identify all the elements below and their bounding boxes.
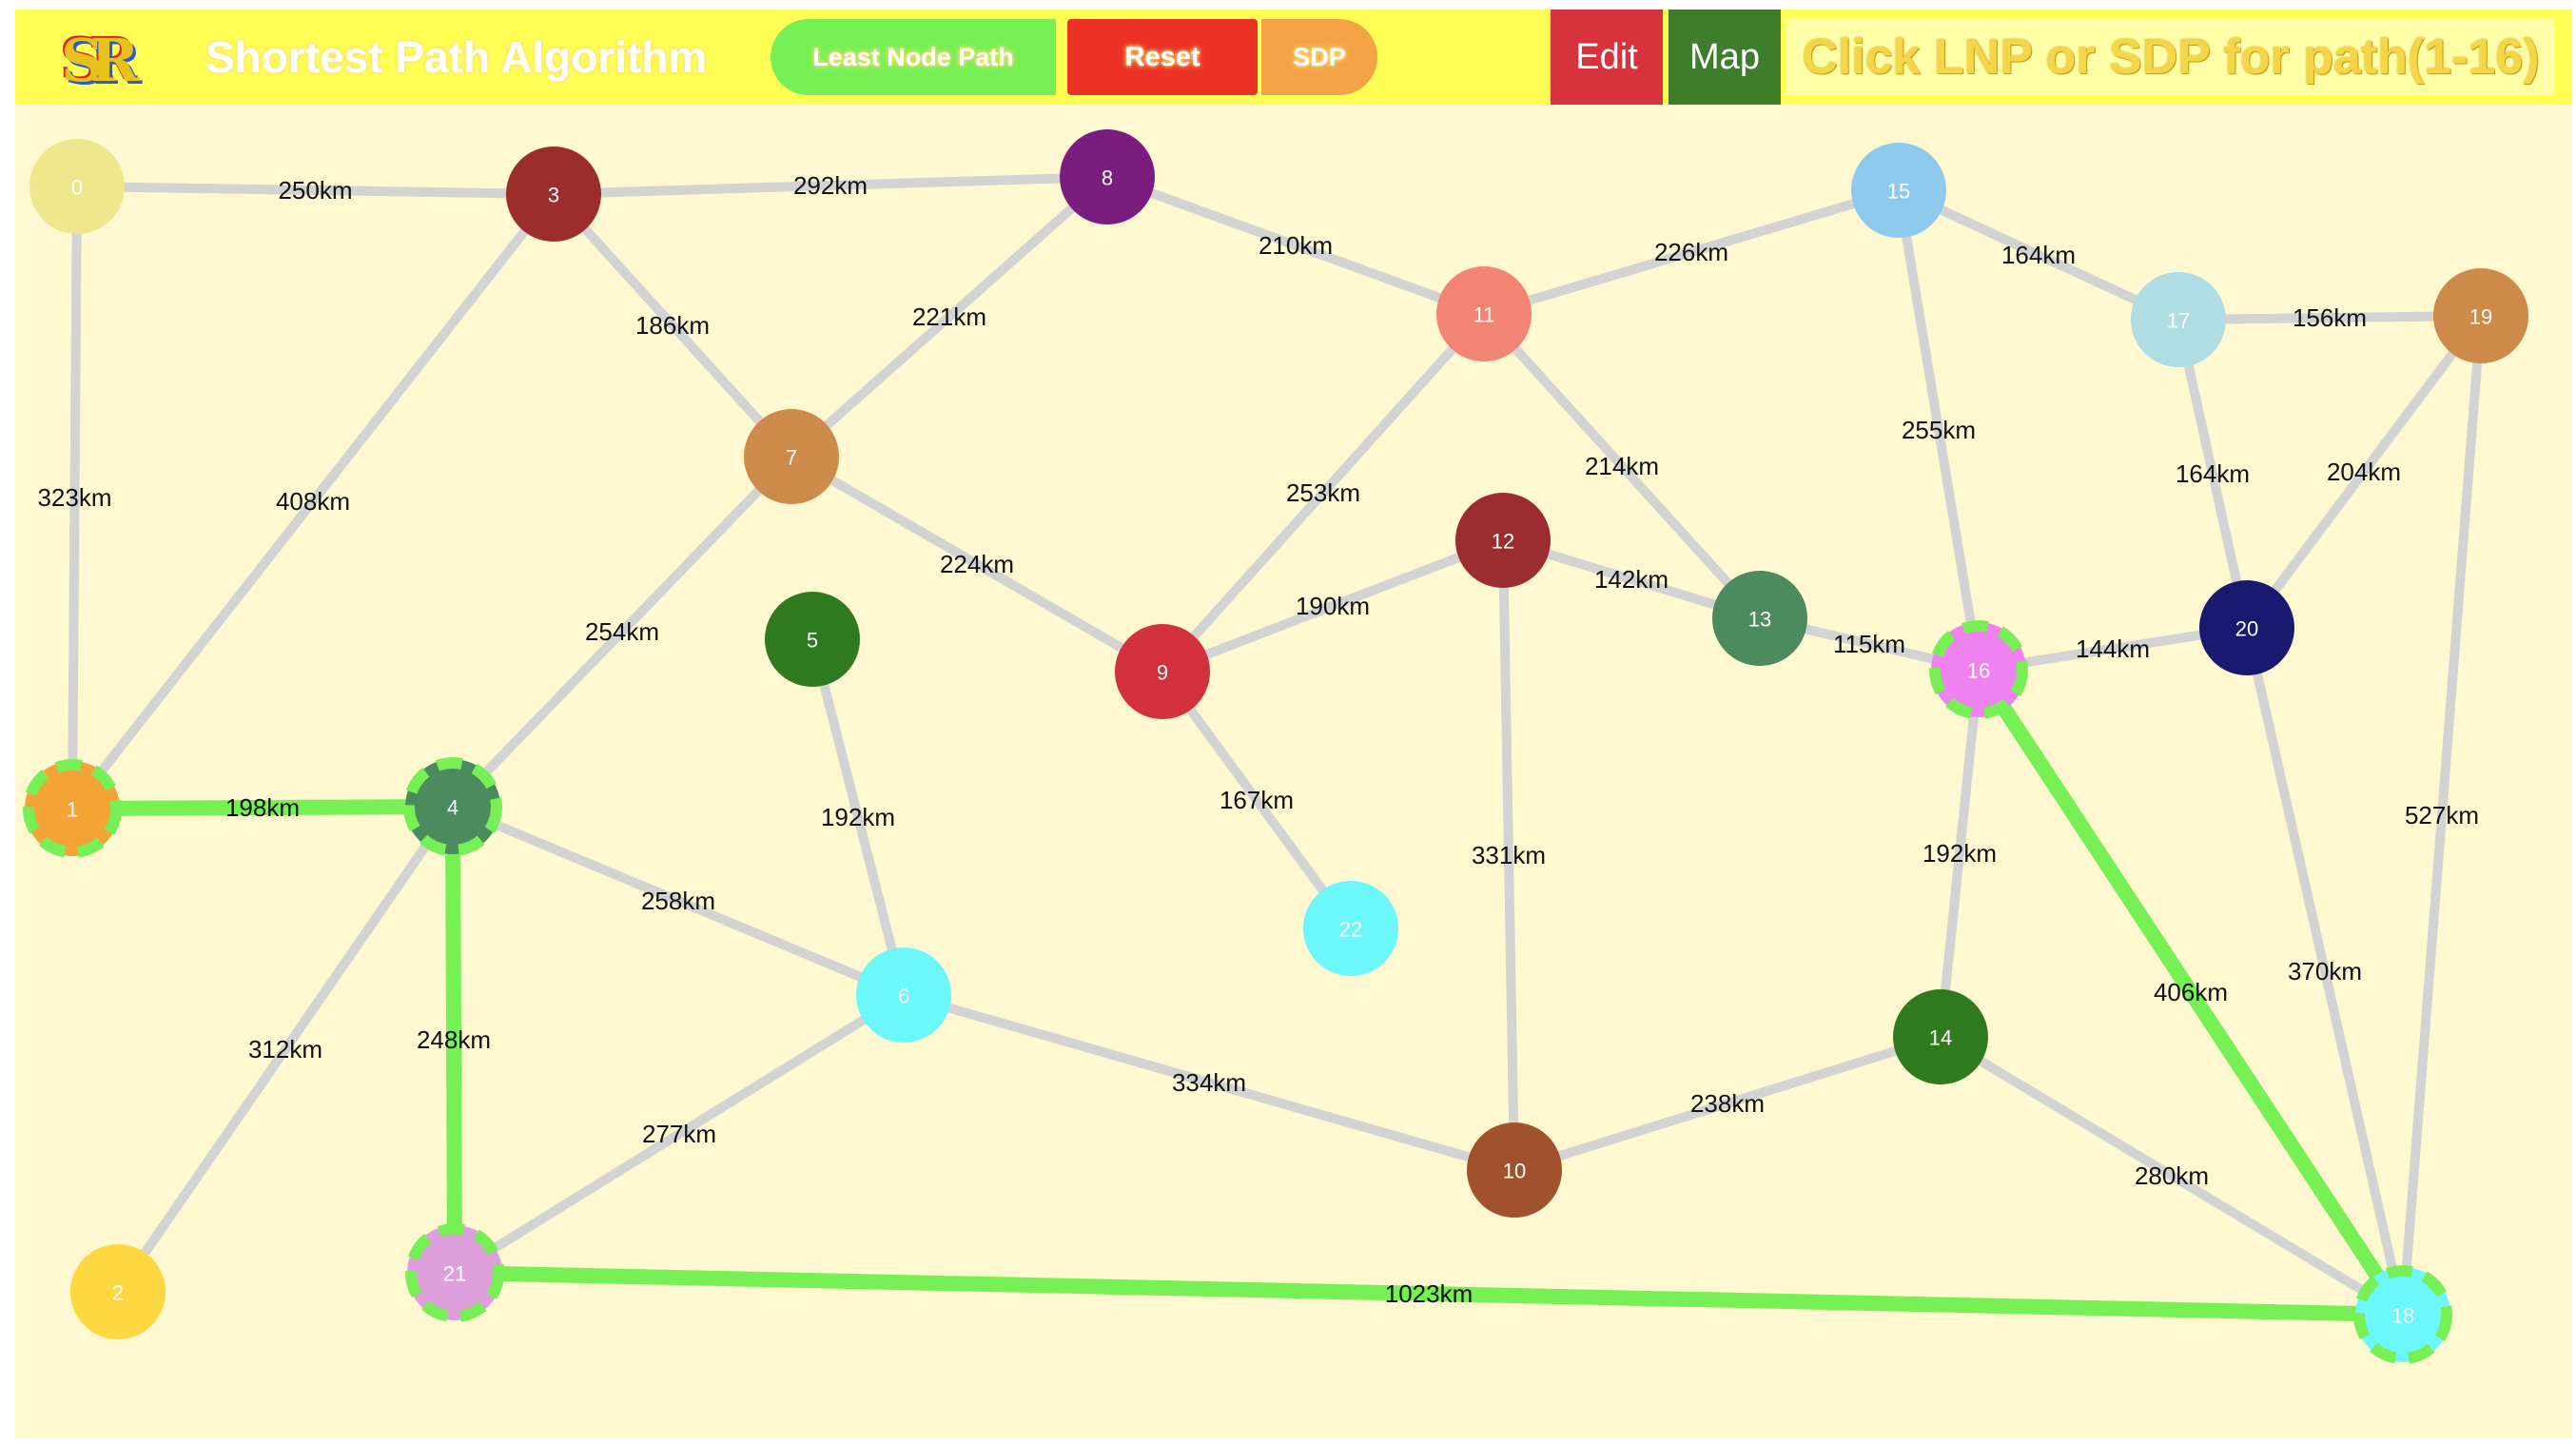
status-box: Click LNP or SDP for path(1-16) bbox=[1786, 19, 2555, 95]
node-20[interactable]: 20 bbox=[2199, 580, 2294, 675]
graph-svg: 250km 323km 292km 186km 408km 221km 210km 226km… bbox=[23, 129, 2528, 1364]
node-2[interactable]: 2 bbox=[70, 1244, 166, 1339]
node-15[interactable]: 15 bbox=[1851, 143, 1946, 238]
edge-label-21-18: 1023km bbox=[1385, 1279, 1473, 1308]
node-6-label: 6 bbox=[898, 985, 909, 1008]
node-18[interactable]: 18 bbox=[2353, 1265, 2452, 1364]
edge-label-8-7: 221km bbox=[912, 302, 986, 331]
node-19-label: 19 bbox=[2469, 305, 2492, 329]
app-title: Shortest Path Algorithm bbox=[205, 32, 708, 82]
edge-label-3-1: 408km bbox=[276, 487, 350, 516]
node-7-label: 7 bbox=[786, 446, 797, 470]
node-6[interactable]: 6 bbox=[856, 947, 951, 1043]
node-16-label: 16 bbox=[1967, 659, 1990, 683]
edge-label-11-15: 226km bbox=[1654, 238, 1728, 266]
edge-label-17-20: 164km bbox=[2176, 459, 2250, 488]
edge-label-3-8: 292km bbox=[793, 171, 868, 200]
node-1-label: 1 bbox=[67, 798, 78, 822]
node-22-label: 22 bbox=[1339, 918, 1362, 942]
node-5-label: 5 bbox=[807, 629, 818, 653]
toolbar: SR Shortest Path Algorithm Least Node Pa… bbox=[15, 10, 2572, 105]
edit-button[interactable]: Edit bbox=[1551, 10, 1663, 105]
reset-button[interactable]: Reset bbox=[1067, 19, 1258, 95]
edge-label-6-10: 334km bbox=[1172, 1068, 1246, 1097]
edge-label-12-10: 331km bbox=[1472, 841, 1546, 869]
node-20-label: 20 bbox=[2235, 617, 2258, 641]
edge-label-17-19: 156km bbox=[2293, 303, 2367, 332]
node-16[interactable]: 16 bbox=[1929, 620, 2028, 719]
map-button[interactable]: Map bbox=[1669, 10, 1781, 105]
node-11[interactable]: 11 bbox=[1436, 266, 1532, 361]
node-21-label: 21 bbox=[443, 1262, 466, 1286]
edge-label-15-17: 164km bbox=[2001, 241, 2076, 269]
edge-label-3-7: 186km bbox=[635, 311, 710, 340]
edge-label-20-18: 370km bbox=[2288, 957, 2362, 985]
node-11-label: 11 bbox=[1473, 303, 1495, 327]
edge-label-13-16: 115km bbox=[1833, 630, 1905, 658]
node-10[interactable]: 10 bbox=[1467, 1122, 1562, 1218]
node-12-label: 12 bbox=[1492, 530, 1514, 554]
status-text: Click LNP or SDP for path(1-16) bbox=[1802, 29, 2540, 85]
node-10-label: 10 bbox=[1503, 1160, 1526, 1183]
node-14[interactable]: 14 bbox=[1893, 989, 1988, 1084]
edge-label-7-9: 224km bbox=[940, 550, 1014, 578]
edge-label-4-2: 312km bbox=[248, 1035, 322, 1063]
edge-label-19-18: 527km bbox=[2405, 801, 2479, 829]
app-logo: SR bbox=[61, 26, 139, 95]
node-17-label: 17 bbox=[2167, 309, 2190, 333]
edge-label-16-18: 406km bbox=[2154, 978, 2228, 1006]
edge-label-14-18: 280km bbox=[2135, 1161, 2209, 1190]
node-3[interactable]: 3 bbox=[506, 146, 601, 242]
edge-label-0-1: 323km bbox=[37, 483, 111, 512]
node-12[interactable]: 12 bbox=[1455, 493, 1551, 588]
node-2-label: 2 bbox=[112, 1281, 124, 1305]
node-9[interactable]: 9 bbox=[1115, 624, 1210, 719]
node-4-label: 4 bbox=[447, 796, 459, 820]
edge-label-5-6: 192km bbox=[821, 803, 895, 831]
edge-label-16-20: 144km bbox=[2076, 634, 2150, 663]
sdp-button[interactable]: SDP bbox=[1261, 19, 1377, 95]
node-3-label: 3 bbox=[548, 184, 559, 207]
node-5[interactable]: 5 bbox=[765, 592, 860, 687]
node-1[interactable]: 1 bbox=[23, 759, 122, 858]
edge-label-19-20: 204km bbox=[2327, 458, 2401, 486]
node-0[interactable]: 0 bbox=[29, 139, 125, 234]
node-9-label: 9 bbox=[1157, 661, 1168, 685]
edge-label-7-4: 254km bbox=[585, 617, 659, 646]
graph-canvas[interactable]: 250km 323km 292km 186km 408km 221km 210km 226km… bbox=[15, 105, 2572, 1438]
edge-label-8-11: 210km bbox=[1259, 231, 1333, 260]
node-17[interactable]: 17 bbox=[2131, 272, 2226, 367]
edge-label-9-22: 167km bbox=[1220, 786, 1294, 814]
node-22[interactable]: 22 bbox=[1303, 881, 1398, 976]
node-8-label: 8 bbox=[1102, 166, 1113, 190]
node-4[interactable]: 4 bbox=[403, 757, 502, 856]
node-14-label: 14 bbox=[1929, 1026, 1952, 1050]
edge-label-11-9: 253km bbox=[1286, 478, 1360, 507]
app-window: SR Shortest Path Algorithm Least Node Pa… bbox=[15, 0, 2572, 1438]
least-node-path-button[interactable]: Least Node Path bbox=[771, 19, 1056, 95]
node-13-label: 13 bbox=[1748, 608, 1771, 632]
node-19[interactable]: 19 bbox=[2433, 268, 2528, 363]
edge-label-12-13: 142km bbox=[1594, 565, 1669, 594]
edge-label-4-6: 258km bbox=[641, 887, 715, 915]
node-13[interactable]: 13 bbox=[1712, 571, 1807, 666]
edges-layer bbox=[65, 172, 2486, 1322]
node-8[interactable]: 8 bbox=[1060, 129, 1155, 224]
node-7[interactable]: 7 bbox=[744, 409, 839, 504]
edge-label-0-3: 250km bbox=[278, 176, 352, 205]
edge-label-1-4: 198km bbox=[225, 793, 300, 822]
node-21[interactable]: 21 bbox=[405, 1223, 504, 1322]
edge-label-15-16: 255km bbox=[1902, 416, 1976, 444]
node-0-label: 0 bbox=[71, 176, 83, 200]
edge-label-11-13: 214km bbox=[1585, 452, 1659, 480]
edge-label-16-14: 192km bbox=[1922, 839, 1997, 868]
node-18-label: 18 bbox=[2391, 1304, 2414, 1328]
node-15-label: 15 bbox=[1887, 180, 1910, 204]
edge-label-9-12: 190km bbox=[1296, 592, 1370, 620]
edge-label-14-10: 238km bbox=[1690, 1089, 1765, 1118]
edge-label-4-21: 248km bbox=[417, 1025, 491, 1054]
edge-label-6-21: 277km bbox=[642, 1120, 716, 1148]
